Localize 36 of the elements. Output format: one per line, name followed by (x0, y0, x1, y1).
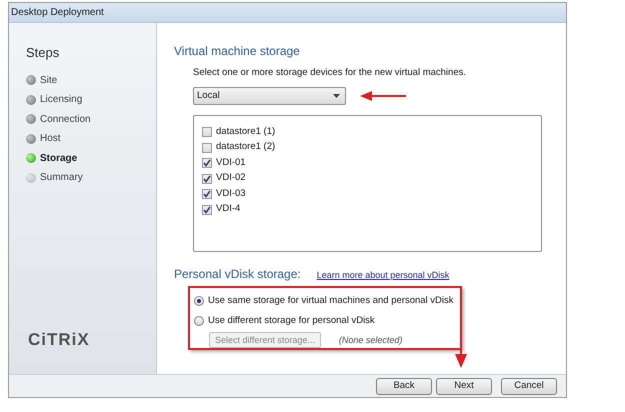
device-checkbox[interactable]: datastore1 (1) (202, 124, 541, 140)
selection-note: (None selected) (338, 334, 402, 347)
step-item: Storage (26, 148, 156, 168)
checkbox[interactable] (202, 189, 212, 199)
device-checkbox[interactable]: VDI-03 (202, 186, 541, 202)
footer-button[interactable]: Next (436, 378, 492, 394)
steps-heading: Steps (26, 44, 60, 62)
step-item: Host (26, 129, 156, 148)
step-item: Connection (26, 110, 156, 129)
step-item: Summary (26, 168, 156, 188)
dropdown-arrow-icon (333, 94, 340, 98)
learn-more-link[interactable]: Learn more about personal vDisk (316, 268, 450, 282)
radio-option[interactable]: Use different storage for personal vDisk (194, 311, 460, 332)
checkbox[interactable] (202, 204, 212, 214)
logo: CiTRiX (28, 328, 91, 350)
step-item: Licensing (26, 90, 156, 110)
window-title: Desktop Deployment (11, 6, 104, 20)
checkbox[interactable] (202, 127, 212, 137)
section-heading: Virtual machine storage (174, 43, 301, 60)
radio-option[interactable]: Use same storage for virtual machines and personal vDisk (194, 291, 460, 312)
footer-button[interactable]: Cancel (501, 378, 557, 394)
checkbox[interactable] (202, 174, 212, 184)
arrow-annotation (360, 90, 406, 102)
instruction-text: Select one or more storage devices for the new virtual machines. (193, 66, 467, 80)
device-checkbox[interactable]: VDI-02 (202, 170, 541, 186)
section-heading: Personal vDisk storage: (174, 266, 301, 284)
storage-dropdown[interactable]: Local (193, 87, 346, 106)
checkbox[interactable] (202, 142, 212, 152)
footer-button[interactable]: Back (376, 378, 432, 394)
device-checkbox[interactable]: VDI-01 (202, 155, 541, 171)
step-item: Site (26, 70, 156, 90)
radio[interactable] (194, 296, 204, 306)
device-checkbox[interactable]: VDI-4 (202, 202, 541, 218)
device-checkbox[interactable]: datastore1 (2) (202, 140, 541, 156)
checkbox[interactable] (202, 158, 212, 168)
radio[interactable] (194, 316, 204, 326)
